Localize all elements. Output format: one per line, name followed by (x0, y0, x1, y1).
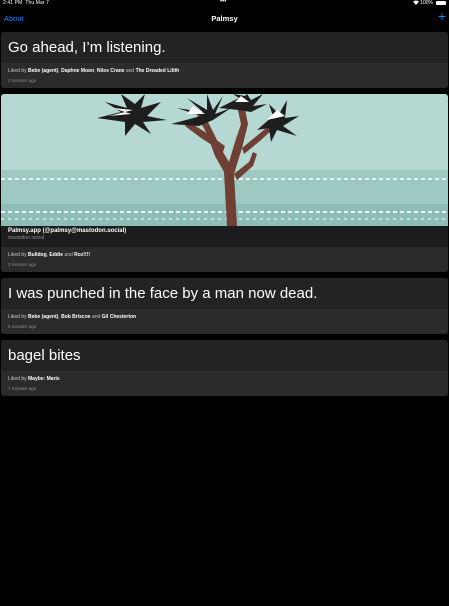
post-card[interactable]: bagel bites Liked by Maybe: Maris 7 minu… (1, 340, 448, 396)
liker-name: Daphne Moon (61, 68, 95, 74)
liked-by-prefix: Liked by (8, 314, 29, 320)
status-date: Thu Mar 7 (25, 0, 49, 6)
multitasking-dots[interactable]: ••• (220, 0, 226, 5)
liker-name: The Dreaded Lilith (135, 68, 180, 74)
liked-by-prefix: Liked by (8, 68, 29, 74)
liker-name: Bebe (agent) (28, 68, 59, 74)
joshua-tree-image[interactable] (1, 94, 448, 226)
post-author: Palmsy.app (@palmsy@mastodon.social) mas… (1, 226, 448, 247)
battery-percent: 100% (420, 0, 433, 6)
liker-name: Bebe (agent) (28, 314, 59, 320)
liker-name: Niles Crane (96, 68, 125, 74)
liker-name: Bulldog (28, 252, 47, 258)
battery-icon (436, 1, 446, 5)
post-meta: Liked by Bebe (agent), Daphne Moon, Nile… (1, 63, 448, 88)
navigation-bar: About Palmsy + (0, 8, 449, 30)
post-card[interactable]: I was punched in the face by a man now d… (1, 278, 448, 334)
app-title: Palmsy (211, 14, 238, 23)
post-text: Go ahead, I’m listening. (1, 32, 448, 63)
status-time: 2:41 PM (3, 0, 23, 6)
post-timestamp: 5 minutes ago (8, 324, 37, 329)
liker-separator: and (124, 68, 136, 74)
liker-name: Roz!!!! (74, 252, 90, 258)
liked-by-text: Liked by Bebe (agent), Daphne Moon, Nile… (8, 68, 441, 75)
liker-name: Eddie (49, 252, 64, 258)
post-meta: Liked by Bulldog, Eddie and Roz!!!! 3 mi… (1, 247, 448, 272)
liked-by-prefix: Liked by (8, 252, 29, 258)
post-meta: Liked by Bebe (agent), Bob Briscoe and G… (1, 309, 448, 334)
liker-separator: and (90, 314, 102, 320)
liked-by-text: Liked by Bebe (agent), Bob Briscoe and G… (8, 314, 441, 321)
post-card[interactable]: Go ahead, I’m listening. Liked by Bebe (… (1, 32, 448, 88)
status-right: 100% (412, 0, 433, 6)
post-timestamp: 3 minutes ago (8, 262, 37, 267)
author-server: mastodon.social (8, 235, 45, 241)
post-timestamp: 7 minutes ago (8, 386, 37, 391)
liked-by-text: Liked by Bulldog, Eddie and Roz!!!! (8, 252, 441, 259)
liker-separator: and (63, 252, 75, 258)
post-meta: Liked by Maybe: Maris 7 minutes ago (1, 371, 448, 396)
battery-fill (437, 2, 445, 4)
liker-name: Gil Chesterton (101, 314, 137, 320)
liked-by-prefix: Liked by (8, 376, 29, 382)
author-name: Palmsy.app (@palmsy@mastodon.social) (8, 228, 127, 234)
status-bar: 2:41 PM Thu Mar 7 ••• 100% (0, 0, 449, 8)
post-text: I was punched in the face by a man now d… (1, 278, 448, 309)
image-post-card[interactable]: Palmsy.app (@palmsy@mastodon.social) mas… (1, 94, 448, 272)
liker-name: Maybe: Maris (28, 376, 60, 382)
post-text: bagel bites (1, 340, 448, 371)
status-time-date: 2:41 PM Thu Mar 7 (3, 0, 49, 6)
post-feed: Go ahead, I’m listening. Liked by Bebe (… (0, 32, 449, 402)
post-timestamp: 2 minutes ago (8, 78, 37, 83)
liker-name: Bob Briscoe (61, 314, 91, 320)
liked-by-text: Liked by Maybe: Maris (8, 376, 441, 383)
add-post-button[interactable]: + (438, 9, 446, 23)
